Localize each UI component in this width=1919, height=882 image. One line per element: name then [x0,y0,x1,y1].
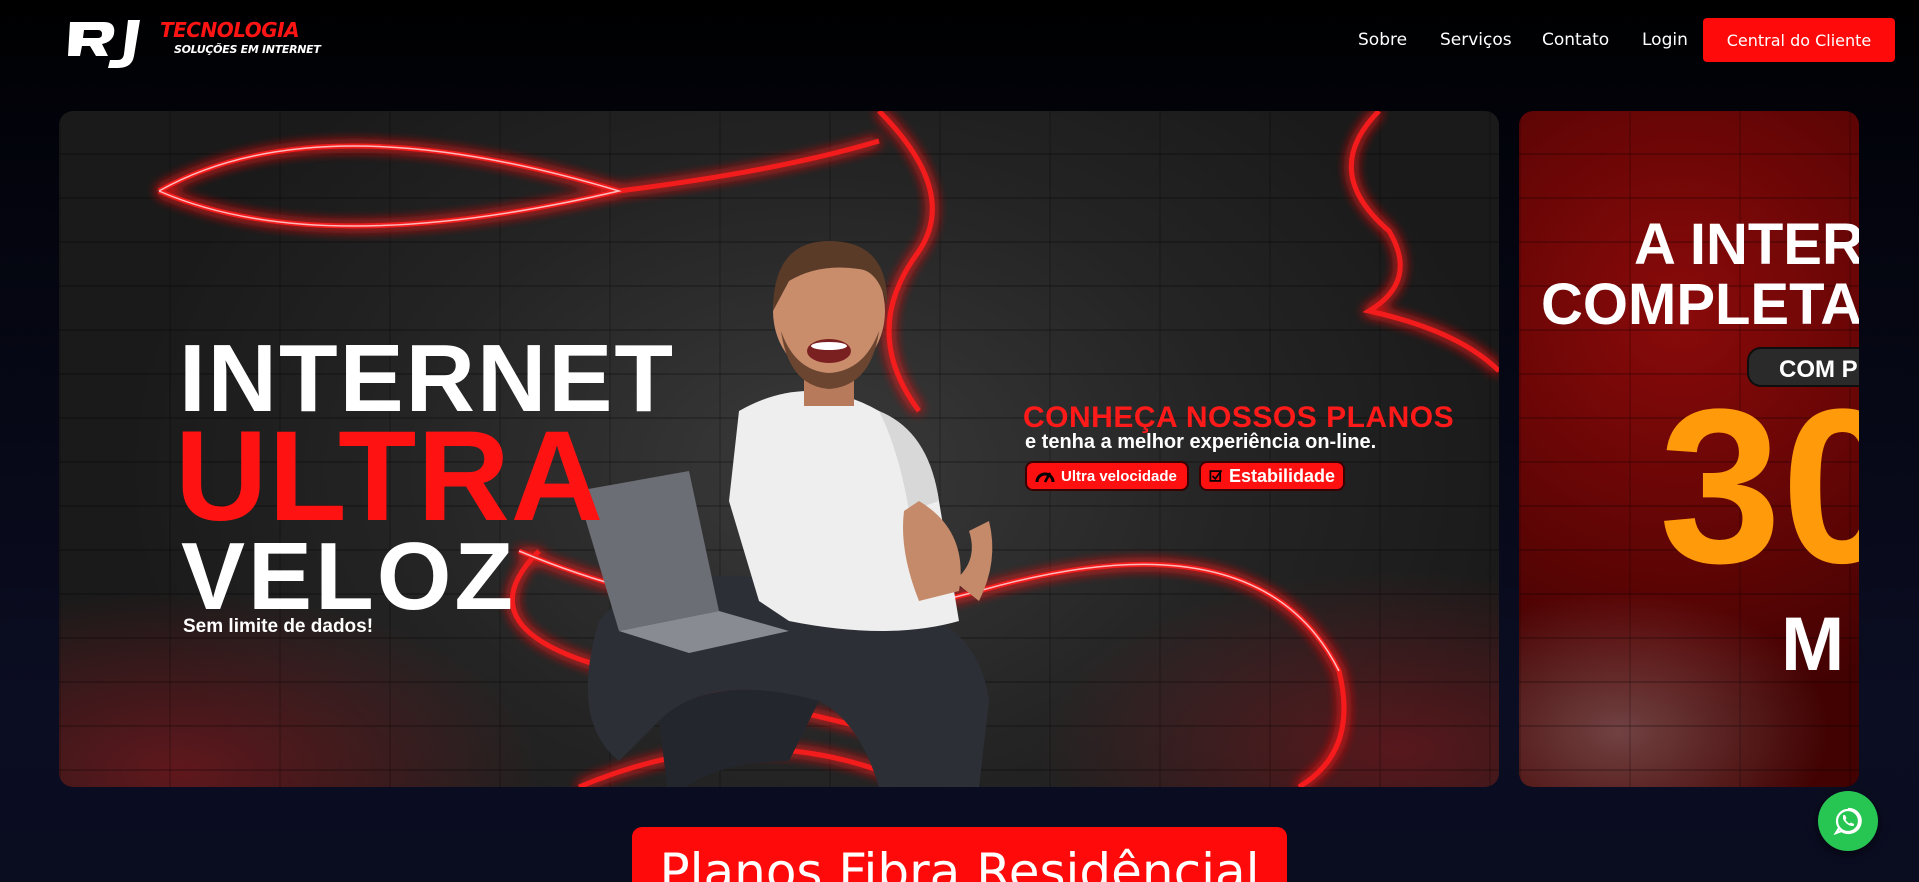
hero-subtitle: Sem limite de dados! [183,616,374,637]
whatsapp-button[interactable] [1818,791,1878,851]
central-do-cliente-button[interactable]: Central do Cliente [1703,18,1895,62]
rj-logo-mark [68,20,140,68]
nav-link-login[interactable]: Login [1642,30,1688,50]
carousel-slide-2[interactable]: A INTER COMPLETA COM P 30 M [1519,111,1859,787]
checkbox-icon [1209,469,1223,482]
badge-label: Estabilidade [1228,465,1335,486]
badge-label: Ultra velocidade [1061,467,1177,485]
slide-2-line-2: COMPLETA [1541,272,1859,337]
whatsapp-icon [1833,807,1862,836]
hero-line-ultra: ULTRA [175,405,605,548]
badge-ultra-velocidade: Ultra velocidade [1025,461,1189,491]
slide-2-unit: M [1781,602,1845,687]
hero-line-veloz: VELOZ [181,523,517,630]
section-heading-planos: Planos Fibra Residêncial [632,827,1287,882]
logo-tagline: SOLUÇÕES EM INTERNET [174,43,321,56]
promo-title: CONHEÇA NOSSOS PLANOS [1023,401,1455,434]
man-with-laptop-image [577,241,993,787]
site-logo[interactable]: TECNOLOGIA SOLUÇÕES EM INTERNET [68,16,321,72]
logo-brand-text: TECNOLOGIA [160,18,300,42]
speedometer-icon [1035,472,1055,483]
nav-link-servicos[interactable]: Serviços [1440,30,1512,50]
nav-link-contato[interactable]: Contato [1542,30,1609,50]
nav-link-sobre[interactable]: Sobre [1358,30,1407,50]
slide-2-big-number: 30 [1659,363,1859,609]
slide-2-line-1: A INTER [1634,212,1859,277]
carousel-slide-1[interactable]: INTERNET ULTRA VELOZ Sem limite de dados… [59,111,1499,787]
badge-estabilidade: Estabilidade [1199,461,1345,491]
promo-subtitle: e tenha a melhor experiência on-line. [1025,431,1377,453]
site-header: TECNOLOGIA SOLUÇÕES EM INTERNET Sobre Se… [0,0,1919,80]
